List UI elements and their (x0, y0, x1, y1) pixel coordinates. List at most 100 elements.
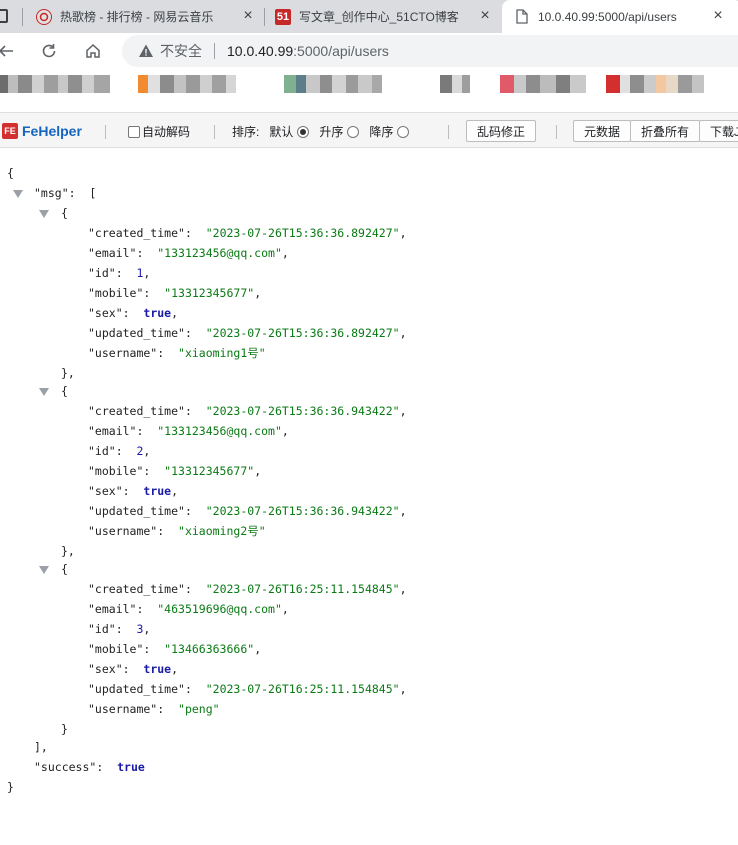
sort-desc-radio[interactable]: 降序 (369, 123, 410, 140)
collapse-msg-toggle-icon[interactable] (13, 190, 23, 198)
json-field-username: "username": "xiaoming2号" (88, 524, 266, 538)
bookmark-item[interactable] (500, 75, 586, 93)
json-value: "2023-07-26T15:36:36.892427" (205, 226, 400, 240)
json-key: "email" (88, 246, 137, 260)
radio-unselected[interactable] (347, 125, 360, 138)
tab-strip: 热歌榜 - 排行榜 - 网易云音乐 × 51 写文章_创作中心_51CTO博客 … (0, 0, 738, 33)
checkbox-box[interactable] (128, 125, 140, 138)
json-key: "email" (88, 602, 137, 616)
fix-encoding-button[interactable]: 乱码修正 (466, 120, 536, 142)
json-key: "id" (88, 622, 116, 636)
bookmarks-bar (0, 69, 738, 100)
json-key: "success" (34, 760, 97, 774)
back-icon[interactable] (0, 39, 18, 63)
json-key: "mobile" (88, 464, 144, 478)
sort-option-label: 默认 (269, 125, 294, 139)
json-object-close: }, (61, 544, 75, 558)
json-value: true (143, 484, 172, 498)
json-open-brace: { (7, 166, 14, 180)
json-value: "peng" (178, 702, 220, 716)
collapse-object-toggle-icon[interactable] (39, 388, 49, 396)
sort-options: 排序: 默认 升序 降序 (232, 123, 410, 140)
address-bar[interactable]: 不安全 10.0.40.99:5000/api/users (122, 35, 738, 67)
json-value: "463519696@qq.com" (157, 602, 282, 616)
json-value: "13312345677" (164, 286, 255, 300)
sort-asc-radio[interactable]: 升序 (319, 123, 360, 140)
json-value: "13312345677" (164, 464, 255, 478)
json-key: "updated_time" (88, 326, 185, 340)
bookmark-item[interactable] (606, 75, 704, 93)
bookmark-item[interactable] (0, 75, 110, 93)
home-icon[interactable] (81, 39, 105, 63)
json-value: "xiaoming1号" (178, 346, 266, 360)
raw-data-button[interactable]: 元数据 (573, 120, 631, 142)
json-object-close: }, (61, 366, 75, 380)
json-key: "sex" (88, 306, 123, 320)
json-field-mobile: "mobile": "13466363666", (88, 642, 262, 656)
fehelper-logo[interactable]: FE FeHelper (2, 123, 82, 139)
json-key: "sex" (88, 484, 123, 498)
fehelper-toolbar: FE FeHelper 自动解码 排序: 默认 升序 降序 乱码修正 元数据 折… (0, 112, 738, 148)
divider (556, 125, 557, 139)
sort-option-label: 降序 (369, 125, 394, 139)
close-tab-icon[interactable]: × (477, 8, 493, 24)
json-object-open: { (61, 384, 68, 398)
json-array-close: ], (34, 740, 48, 754)
json-key: "created_time" (88, 404, 185, 418)
auto-decode-checkbox[interactable]: 自动解码 (128, 123, 190, 140)
netease-music-icon (36, 8, 52, 25)
sort-label: 排序: (232, 125, 260, 139)
51cto-icon: 51 (275, 8, 291, 25)
json-field-created-time: "created_time": "2023-07-26T15:36:36.943… (88, 404, 407, 418)
json-key: "id" (88, 266, 116, 280)
collapse-object-toggle-icon[interactable] (39, 566, 49, 574)
json-value: "133123456@qq.com" (157, 246, 282, 260)
json-field-email: "email": "133123456@qq.com", (88, 246, 289, 260)
json-field-sex: "sex": true, (88, 484, 179, 498)
json-object-open: { (61, 562, 68, 576)
json-success-line: "success": true (34, 760, 145, 774)
fehelper-logo-text: FeHelper (22, 123, 82, 139)
json-field-created-time: "created_time": "2023-07-26T16:25:11.154… (88, 582, 407, 596)
download-button[interactable]: 下载J (699, 120, 738, 142)
json-field-username: "username": "xiaoming1号" (88, 346, 266, 360)
bookmark-item[interactable] (284, 75, 382, 93)
radio-unselected[interactable] (397, 125, 410, 138)
json-field-mobile: "mobile": "13312345677", (88, 464, 262, 478)
json-value: "13466363666" (164, 642, 255, 656)
url-host: 10.0.40.99 (227, 43, 294, 59)
json-field-mobile: "mobile": "13312345677", (88, 286, 262, 300)
radio-selected[interactable] (297, 125, 310, 138)
reload-icon[interactable] (37, 39, 61, 63)
close-tab-icon[interactable]: × (710, 8, 726, 24)
json-key: "created_time" (88, 226, 185, 240)
json-field-updated-time: "updated_time": "2023-07-26T15:36:36.892… (88, 326, 407, 340)
json-field-updated-time: "updated_time": "2023-07-26T15:36:36.943… (88, 504, 407, 518)
warning-icon[interactable] (138, 43, 154, 59)
sort-default-radio[interactable]: 默认 (269, 123, 310, 140)
close-tab-icon[interactable]: × (240, 8, 256, 24)
bookmark-item[interactable] (440, 75, 470, 93)
tab-api-users[interactable]: 10.0.40.99:5000/api/users × (502, 0, 738, 33)
json-value: "2023-07-26T15:36:36.943422" (205, 504, 400, 518)
tab-search-icon[interactable] (0, 9, 8, 23)
not-secure-label[interactable]: 不安全 (160, 41, 202, 61)
json-key: "mobile" (88, 286, 144, 300)
json-field-username: "username": "peng" (88, 702, 220, 716)
json-key: "sex" (88, 662, 123, 676)
json-key: "created_time" (88, 582, 185, 596)
collapse-object-toggle-icon[interactable] (39, 210, 49, 218)
json-object-close: } (61, 722, 68, 736)
json-field-email: "email": "463519696@qq.com", (88, 602, 289, 616)
auto-decode-label: 自动解码 (142, 125, 191, 139)
tab-netease-music[interactable]: 热歌榜 - 排行榜 - 网易云音乐 × (26, 0, 264, 33)
collapse-all-button[interactable]: 折叠所有 (630, 120, 700, 142)
page-icon (514, 9, 530, 25)
tab-51cto[interactable]: 51 写文章_创作中心_51CTO博客 × (265, 0, 501, 33)
fehelper-logo-icon: FE (2, 123, 18, 139)
divider (214, 125, 215, 139)
bookmark-item[interactable] (138, 75, 236, 93)
tab-title: 写文章_创作中心_51CTO博客 (299, 10, 459, 24)
divider (105, 125, 106, 139)
json-field-sex: "sex": true, (88, 306, 179, 320)
